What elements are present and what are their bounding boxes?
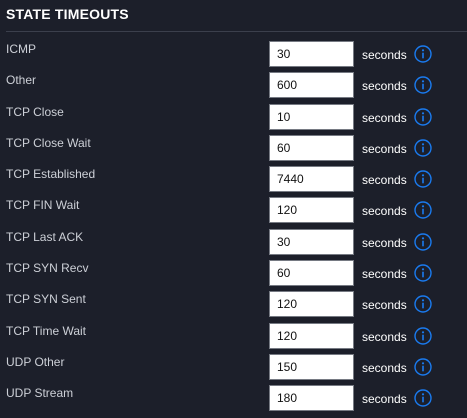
timeout-label: TCP Close	[6, 104, 64, 119]
timeout-row: UDP Other seconds	[0, 352, 467, 383]
info-icon[interactable]	[414, 326, 432, 345]
timeout-value-input[interactable]	[269, 197, 354, 224]
info-icon[interactable]	[414, 139, 432, 157]
timeout-value-input[interactable]	[269, 41, 354, 67]
section-divider	[6, 31, 467, 32]
timeout-value-input[interactable]	[269, 72, 354, 99]
info-icon[interactable]	[414, 295, 432, 314]
timeout-label: TCP FIN Wait	[6, 198, 80, 213]
info-icon[interactable]	[414, 170, 432, 188]
timeout-row: ICMP seconds	[0, 39, 467, 70]
timeout-label: TCP Close Wait	[6, 135, 91, 150]
timeout-row: TCP SYN Recv seconds	[0, 258, 467, 289]
timeout-value-input[interactable]	[269, 385, 354, 412]
info-icon[interactable]	[414, 358, 432, 376]
info-icon[interactable]	[414, 264, 432, 282]
timeout-row: TCP Close Wait seconds	[0, 133, 467, 164]
info-icon[interactable]	[414, 389, 432, 407]
info-icon[interactable]	[414, 233, 432, 251]
timeout-unit-label: seconds	[362, 329, 407, 344]
timeout-unit-label: seconds	[362, 48, 407, 62]
timeout-unit-label: seconds	[362, 204, 407, 219]
timeout-row: TCP Time Wait seconds	[0, 321, 467, 352]
timeout-value-input[interactable]	[269, 260, 354, 287]
timeout-row: TCP Last ACK seconds	[0, 227, 467, 258]
timeout-label: TCP SYN Recv	[6, 261, 89, 276]
info-icon[interactable]	[414, 107, 432, 126]
timeout-unit-label: seconds	[362, 173, 407, 188]
timeout-label: Other	[6, 73, 37, 88]
timeout-label: UDP Stream	[6, 386, 74, 401]
timeout-label: TCP Established	[6, 167, 96, 182]
timeout-row: TCP FIN Wait seconds	[0, 195, 467, 226]
timeout-row: Other seconds	[0, 70, 467, 101]
timeout-row: TCP Established seconds	[0, 164, 467, 195]
timeout-rows: ICMPsecondsOthersecondsTCP ClosesecondsT…	[0, 39, 467, 415]
timeout-label: TCP Last ACK	[6, 229, 84, 244]
timeout-value-input[interactable]	[269, 353, 354, 380]
timeout-row: TCP SYN Sent seconds	[0, 289, 467, 320]
timeout-value-input[interactable]	[269, 291, 354, 318]
section-title: STATE TIMEOUTS	[6, 6, 129, 22]
timeout-value-input[interactable]	[269, 228, 354, 255]
state-timeouts-panel: STATE TIMEOUTS ICMPsecondsOthersecondsTC…	[0, 0, 467, 418]
timeout-unit-label: seconds	[362, 235, 407, 250]
timeout-value-input[interactable]	[269, 322, 354, 349]
timeout-unit-label: seconds	[362, 392, 407, 407]
timeout-unit-label: seconds	[362, 79, 407, 94]
timeout-unit-label: seconds	[362, 298, 407, 313]
timeout-unit-label: seconds	[362, 360, 407, 375]
info-icon[interactable]	[414, 45, 432, 63]
timeout-row: UDP Stream seconds	[0, 383, 467, 414]
info-icon[interactable]	[414, 76, 432, 94]
timeout-label: ICMP	[6, 42, 36, 56]
timeout-unit-label: seconds	[362, 141, 407, 156]
timeout-label: TCP SYN Sent	[6, 292, 86, 307]
timeout-label: TCP Time Wait	[6, 323, 87, 338]
timeout-row: TCP Close seconds	[0, 102, 467, 133]
timeout-value-input[interactable]	[269, 134, 354, 161]
timeout-value-input[interactable]	[269, 103, 354, 130]
timeout-unit-label: seconds	[362, 110, 407, 125]
timeout-value-input[interactable]	[269, 166, 354, 193]
info-icon[interactable]	[414, 201, 432, 220]
timeout-unit-label: seconds	[362, 267, 407, 282]
timeout-label: UDP Other	[6, 354, 65, 369]
